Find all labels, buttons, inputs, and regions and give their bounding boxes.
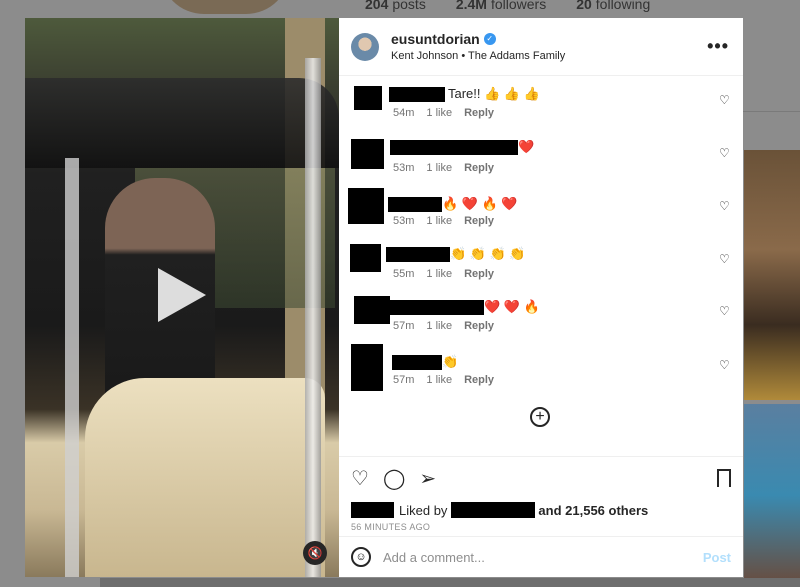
comment-text: 👏 👏 👏 👏 <box>450 246 526 261</box>
heart-icon[interactable]: ♡ <box>719 147 731 159</box>
like-heart-icon[interactable]: ♡ <box>351 469 369 489</box>
comment-input[interactable] <box>383 549 703 565</box>
verified-badge-icon: ✓ <box>483 33 496 45</box>
comment-item: Tare!! 👍 👍 👍 54m 1 like Reply ♡ <box>339 86 743 136</box>
comment-avatar[interactable] <box>354 86 382 110</box>
comment-time: 53m <box>393 215 415 227</box>
comment-item: 🔥 ❤️ 🔥 ❤️ 53m 1 like Reply ♡ <box>339 188 743 238</box>
comment-time: 54m <box>393 107 415 119</box>
profile-stats: 204 posts 2.4M followers 20 following <box>365 0 650 12</box>
comment-text: ❤️ <box>518 139 535 154</box>
grid-tile[interactable] <box>744 404 800 587</box>
comment-time: 57m <box>393 374 415 386</box>
comment-avatar[interactable] <box>351 344 383 391</box>
video-frame-seat <box>85 378 325 577</box>
post-header: eusuntdorian ✓ Kent Johnson • The Addams… <box>339 18 743 76</box>
redacted-liker-name[interactable] <box>451 502 536 518</box>
mute-icon[interactable]: 🔇 <box>303 541 327 565</box>
post-audio-subtitle[interactable]: Kent Johnson • The Addams Family <box>391 50 707 62</box>
liked-by-label: Liked by <box>399 502 448 518</box>
heart-icon[interactable]: ♡ <box>719 359 731 371</box>
redacted-username[interactable] <box>389 86 445 102</box>
stat-posts[interactable]: 204 posts <box>365 0 426 12</box>
post-side-panel: eusuntdorian ✓ Kent Johnson • The Addams… <box>339 18 743 577</box>
comment-text: 🔥 ❤️ 🔥 ❤️ <box>442 196 518 211</box>
comment-likes[interactable]: 1 like <box>426 374 452 386</box>
comment-item: 👏 57m 1 like Reply ♡ <box>339 344 743 394</box>
comment-likes[interactable]: 1 like <box>426 162 452 174</box>
comment-time: 55m <box>393 268 415 280</box>
likes-count-link[interactable]: and 21,556 others <box>538 503 648 518</box>
comment-avatar[interactable] <box>348 188 384 224</box>
comment-text: Tare!! 👍 👍 👍 <box>448 86 540 101</box>
emoji-icon[interactable]: ☺ <box>351 547 371 567</box>
redacted-username[interactable] <box>390 299 484 315</box>
reply-button[interactable]: Reply <box>464 374 494 386</box>
add-comment-bar: ☺ Post <box>339 536 743 577</box>
reply-button[interactable]: Reply <box>464 162 494 174</box>
comment-avatar[interactable] <box>354 296 390 324</box>
heart-icon[interactable]: ♡ <box>719 305 731 317</box>
redacted-avatar-block[interactable] <box>351 502 394 518</box>
comment-time: 53m <box>393 162 415 174</box>
redacted-username[interactable] <box>390 139 518 155</box>
comment-text: ❤️ ❤️ 🔥 <box>484 299 540 314</box>
share-send-icon[interactable]: ➢ <box>419 469 436 489</box>
comment-text: 👏 <box>442 354 459 369</box>
video-player[interactable]: 🔇 <box>25 18 339 577</box>
stat-followers[interactable]: 2.4M followers <box>456 0 546 12</box>
stat-following[interactable]: 20 following <box>576 0 650 12</box>
post-timestamp[interactable]: 56 MINUTES AGO <box>351 522 731 532</box>
comment-likes[interactable]: 1 like <box>426 320 452 332</box>
heart-icon[interactable]: ♡ <box>719 253 731 265</box>
redacted-username[interactable] <box>386 246 450 262</box>
comment-likes[interactable]: 1 like <box>426 215 452 227</box>
redacted-username[interactable] <box>392 354 442 370</box>
load-more-comments-icon[interactable]: + <box>530 407 550 427</box>
grid-row <box>100 578 800 587</box>
comment-avatar[interactable] <box>351 139 384 169</box>
avatar[interactable] <box>351 32 379 61</box>
heart-icon[interactable]: ♡ <box>719 94 731 106</box>
bookmark-icon[interactable] <box>717 469 731 488</box>
redacted-username[interactable] <box>388 196 442 212</box>
video-frame-pillar <box>305 58 321 577</box>
heart-icon[interactable]: ♡ <box>719 200 731 212</box>
video-frame-car-roof <box>25 78 339 168</box>
post-modal: 🔇 eusuntdorian ✓ Kent Johnson • The Adda… <box>25 18 743 577</box>
play-icon[interactable] <box>158 268 206 322</box>
comment-time: 57m <box>393 320 415 332</box>
video-frame-door <box>65 158 79 577</box>
profile-avatar <box>160 0 290 14</box>
reply-button[interactable]: Reply <box>464 107 494 119</box>
grid-tile[interactable] <box>744 150 800 400</box>
comment-item: ❤️ 53m 1 like Reply ♡ <box>339 139 743 189</box>
comment-avatar[interactable] <box>350 244 381 272</box>
post-actions-bar: ♡ ◯ ➢ <box>339 456 743 500</box>
comment-item: ❤️ ❤️ 🔥 57m 1 like Reply ♡ <box>339 296 743 346</box>
post-username[interactable]: eusuntdorian <box>391 31 480 47</box>
reply-button[interactable]: Reply <box>464 268 494 280</box>
likes-section: Liked by and 21,556 others 56 MINUTES AG… <box>339 500 743 536</box>
comment-likes[interactable]: 1 like <box>426 107 452 119</box>
comments-list: Tare!! 👍 👍 👍 54m 1 like Reply ♡ ❤️ 53m 1… <box>339 76 743 456</box>
post-comment-button[interactable]: Post <box>703 550 731 565</box>
more-horizontal-icon[interactable]: ••• <box>707 36 729 57</box>
reply-button[interactable]: Reply <box>464 320 494 332</box>
reply-button[interactable]: Reply <box>464 215 494 227</box>
comment-item: 👏 👏 👏 👏 55m 1 like Reply ♡ <box>339 244 743 294</box>
comment-bubble-icon[interactable]: ◯ <box>383 469 405 489</box>
comment-likes[interactable]: 1 like <box>426 268 452 280</box>
